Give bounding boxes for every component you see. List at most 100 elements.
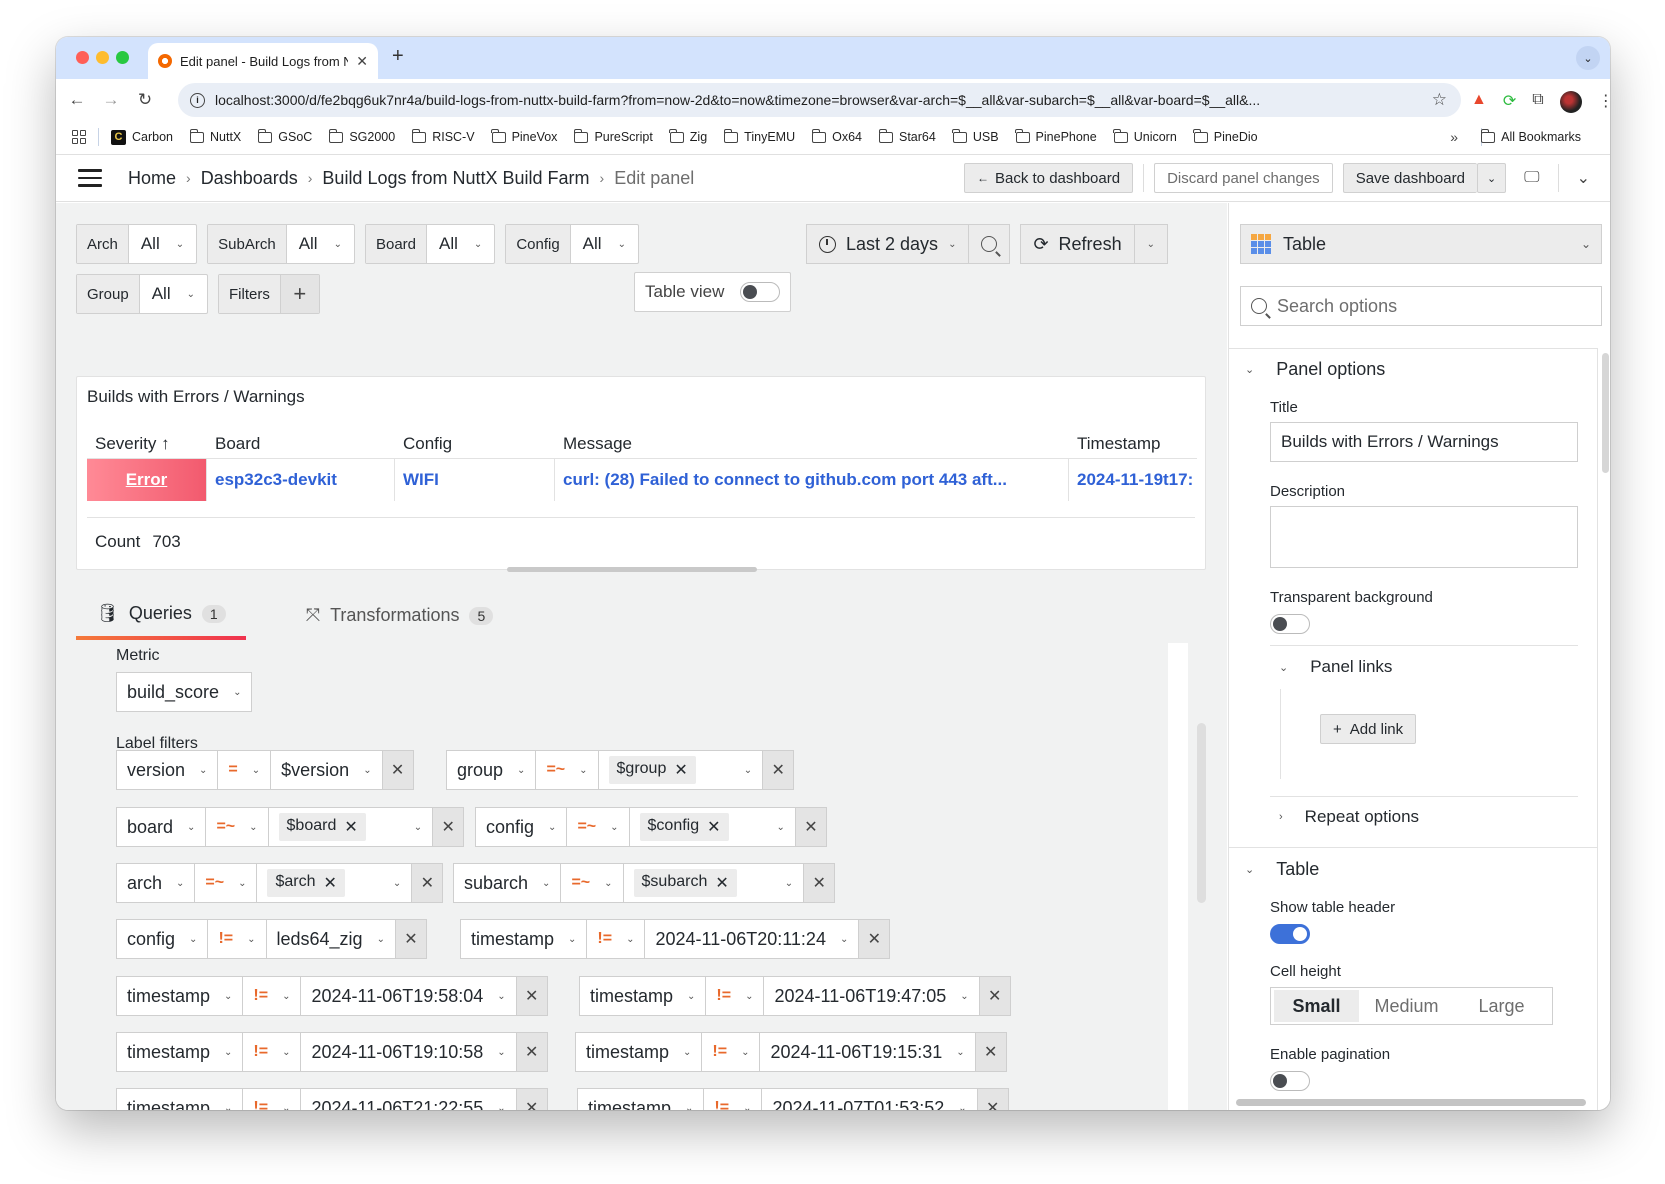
filter-operator-select[interactable]: != ⌄ xyxy=(243,977,302,1015)
tab-transformations[interactable]: ⤧ Transformations 5 xyxy=(286,603,514,640)
filter-operator-select[interactable]: != ⌄ xyxy=(587,920,646,958)
breadcrumb-dashboard[interactable]: Build Logs from NuttX Build Farm xyxy=(322,168,589,189)
new-tab-button[interactable]: + xyxy=(392,45,404,68)
remove-chip-icon[interactable]: ✕ xyxy=(715,873,728,893)
variable-config[interactable]: Config All ⌄ xyxy=(505,224,639,264)
filter-label-select[interactable]: timestamp ⌄ xyxy=(117,1033,244,1071)
back-arrow-icon[interactable]: ← xyxy=(60,90,94,110)
breadcrumb-dashboards[interactable]: Dashboards xyxy=(201,168,298,189)
filter-label-select[interactable]: timestamp ⌄ xyxy=(576,1033,703,1071)
column-header-board[interactable]: Board xyxy=(207,434,395,454)
remove-filter-close-icon[interactable]: ✕ xyxy=(395,920,426,958)
site-info-icon[interactable]: i xyxy=(190,92,205,108)
bookmark-tinyemu[interactable]: TinyEMU xyxy=(723,128,795,145)
variable-value[interactable]: All ⌄ xyxy=(287,225,354,263)
filter-value-select[interactable]: 2024-11-06T19:15:31 ⌄ xyxy=(760,1033,976,1071)
search-options-input[interactable]: Search options xyxy=(1240,286,1602,326)
zoom-out-time-button[interactable] xyxy=(969,224,1011,264)
filter-value-select[interactable]: 2024-11-06T19:10:58 ⌄ xyxy=(301,1033,517,1071)
filter-value-select[interactable]: 2024-11-07T01:53:52 ⌄ xyxy=(762,1089,978,1110)
save-options-chevron-down-icon[interactable]: ⌄ xyxy=(1476,163,1507,193)
filter-label-select[interactable]: timestamp ⌄ xyxy=(461,920,588,958)
discard-panel-changes-button[interactable]: Discard panel changes xyxy=(1154,163,1333,193)
enable-pagination-toggle[interactable] xyxy=(1270,1071,1310,1091)
horizontal-scrollbar[interactable] xyxy=(507,567,757,572)
collapse-chevron-down-icon[interactable]: ⌄ xyxy=(1569,168,1598,188)
filter-operator-select[interactable]: != ⌄ xyxy=(208,920,267,958)
filter-operator-select[interactable]: =~ ⌄ xyxy=(195,864,258,902)
filter-operator-select[interactable]: = ⌄ xyxy=(218,751,272,789)
options-horizontal-scrollbar[interactable] xyxy=(1236,1099,1586,1106)
variable-arch[interactable]: Arch All ⌄ xyxy=(76,224,198,264)
filter-value-select[interactable]: 2024-11-06T20:11:24 ⌄ xyxy=(645,920,860,958)
close-tab-icon[interactable]: ✕ xyxy=(356,53,368,70)
monitor-view-icon[interactable]: 🖵 xyxy=(1516,169,1547,187)
column-header-config[interactable]: Config xyxy=(395,434,555,454)
cell-height-large[interactable]: Large xyxy=(1454,990,1549,1022)
filter-value-select[interactable]: $version ⌄ xyxy=(271,751,383,789)
filter-value-select[interactable]: 2024-11-06T21:22:55 ⌄ xyxy=(301,1089,517,1110)
filter-operator-select[interactable]: != ⌄ xyxy=(243,1089,302,1110)
filter-operator-select[interactable]: != ⌄ xyxy=(704,1089,763,1110)
panel-links-section-header[interactable]: ⌄ Panel links xyxy=(1279,657,1392,677)
options-scrollbar[interactable] xyxy=(1602,353,1609,473)
apps-grid-icon[interactable] xyxy=(72,130,86,144)
value-chip[interactable]: $config ✕ xyxy=(639,813,729,841)
column-header-severity[interactable]: Severity ↑ xyxy=(87,434,207,454)
refresh-interval-chevron-down-icon[interactable]: ⌄ xyxy=(1134,224,1168,264)
address-bar[interactable]: i localhost:3000/d/fe2bqg6uk7nr4a/build-… xyxy=(178,83,1461,117)
variable-value[interactable]: All ⌄ xyxy=(571,225,638,263)
description-textarea[interactable] xyxy=(1270,506,1578,568)
remove-filter-close-icon[interactable]: ✕ xyxy=(433,808,464,846)
remove-chip-icon[interactable]: ✕ xyxy=(324,873,337,893)
filter-label-select[interactable]: version ⌄ xyxy=(117,751,219,789)
remove-chip-icon[interactable]: ✕ xyxy=(344,817,357,837)
cell-height-medium[interactable]: Medium xyxy=(1359,990,1454,1022)
table-section-header[interactable]: ⌄ Table xyxy=(1245,859,1319,880)
table-view-switch[interactable] xyxy=(740,282,781,302)
filter-label-select[interactable]: timestamp ⌄ xyxy=(117,1089,244,1110)
panel-options-section-header[interactable]: ⌄ Panel options xyxy=(1245,359,1385,380)
filter-label-select[interactable]: arch ⌄ xyxy=(117,864,196,902)
title-input[interactable]: Builds with Errors / Warnings xyxy=(1270,422,1578,462)
variable-board[interactable]: Board All ⌄ xyxy=(364,224,496,264)
add-filter-button[interactable]: + xyxy=(280,275,319,313)
config-cell[interactable]: WIFI xyxy=(395,459,555,501)
bookmark-unicorn[interactable]: Unicorn xyxy=(1113,128,1177,145)
profile-avatar[interactable] xyxy=(1559,91,1582,113)
remove-filter-close-icon[interactable]: ✕ xyxy=(804,864,835,902)
column-header-message[interactable]: Message xyxy=(555,434,1069,454)
filter-label-select[interactable]: timestamp ⌄ xyxy=(117,977,244,1015)
back-to-dashboard-button[interactable]: ← Back to dashboard xyxy=(964,163,1134,193)
filter-label-select[interactable]: group ⌄ xyxy=(447,751,537,789)
message-cell[interactable]: curl: (28) Failed to connect to github.c… xyxy=(555,459,1069,501)
remove-filter-close-icon[interactable]: ✕ xyxy=(382,751,413,789)
metric-select[interactable]: build_score ⌄ xyxy=(116,672,253,712)
filter-operator-select[interactable]: != ⌄ xyxy=(243,1033,302,1071)
remove-filter-close-icon[interactable]: ✕ xyxy=(516,977,547,1015)
lighthouse-extension-icon[interactable]: ▲ xyxy=(1471,91,1487,113)
breadcrumb-home[interactable]: Home xyxy=(128,168,176,189)
url-text[interactable]: localhost:3000/d/fe2bqg6uk7nr4a/build-lo… xyxy=(215,92,1422,108)
tab-queries[interactable]: 🛢 Queries 1 xyxy=(76,603,246,640)
bookmark-star64[interactable]: Star64 xyxy=(878,128,936,145)
variable-value[interactable]: All ⌄ xyxy=(129,225,196,263)
remove-filter-close-icon[interactable]: ✕ xyxy=(763,751,794,789)
bookmark-ox64[interactable]: Ox64 xyxy=(811,128,862,145)
transparent-background-toggle[interactable] xyxy=(1270,614,1310,634)
remove-filter-close-icon[interactable]: ✕ xyxy=(859,920,890,958)
remove-filter-close-icon[interactable]: ✕ xyxy=(979,977,1010,1015)
cell-height-small[interactable]: Small xyxy=(1274,990,1359,1022)
save-dashboard-button[interactable]: Save dashboard xyxy=(1342,163,1477,193)
browser-tab[interactable]: Edit panel - Build Logs from NuttX Build… xyxy=(148,43,378,79)
sync-extension-icon[interactable]: ⟳ xyxy=(1503,91,1516,113)
bookmark-usb[interactable]: USB xyxy=(952,128,999,145)
remove-filter-close-icon[interactable]: ✕ xyxy=(412,864,443,902)
filter-label-select[interactable]: config ⌄ xyxy=(476,808,568,846)
filter-label-select[interactable]: config ⌄ xyxy=(117,920,209,958)
variable-value[interactable]: All ⌄ xyxy=(427,225,494,263)
remove-filter-close-icon[interactable]: ✕ xyxy=(795,808,826,846)
remove-filter-close-icon[interactable]: ✕ xyxy=(516,1089,547,1110)
variable-subarch[interactable]: SubArch All ⌄ xyxy=(207,224,355,264)
add-link-button[interactable]: + Add link xyxy=(1320,714,1417,744)
